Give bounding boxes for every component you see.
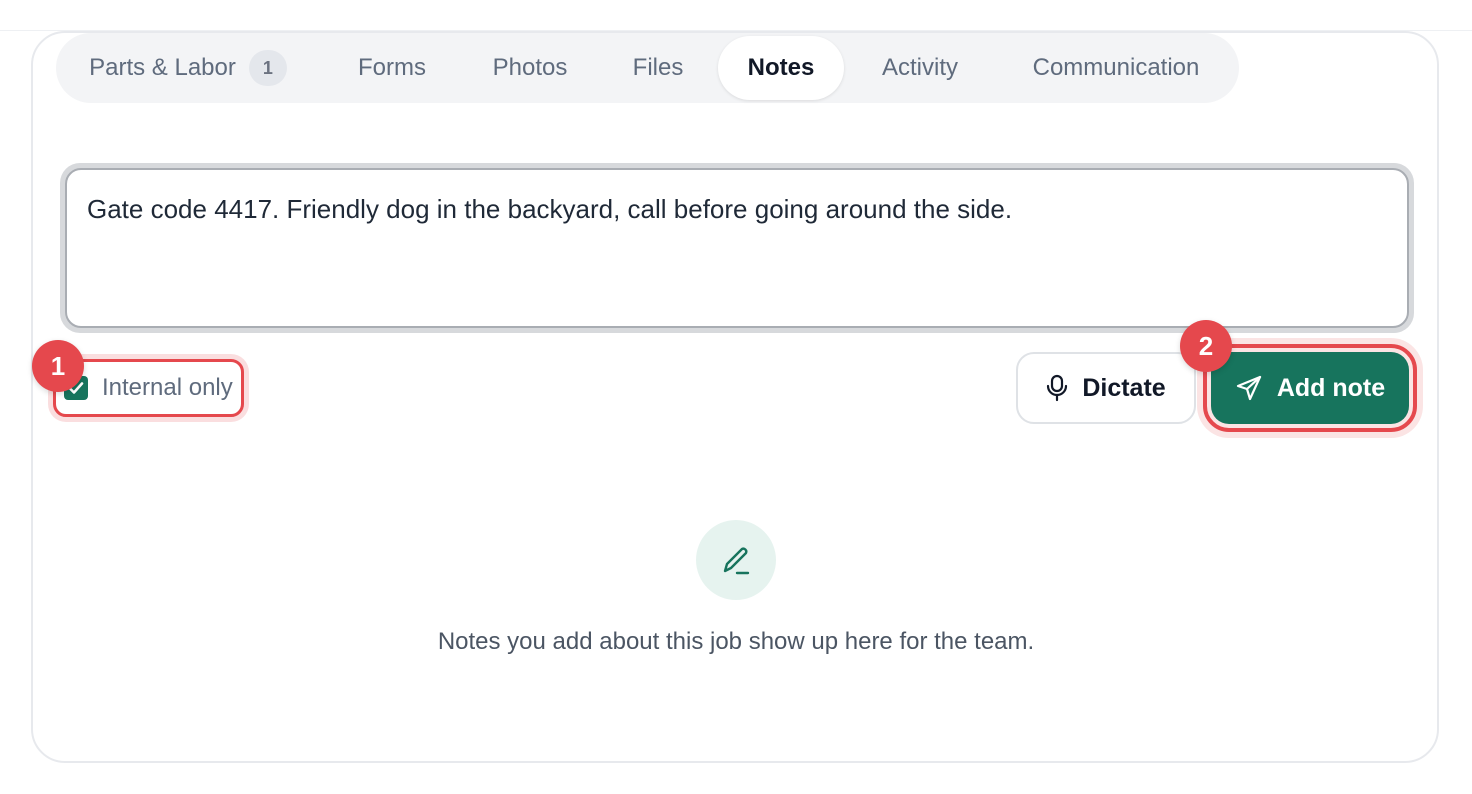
internal-only-label: Internal only [102,374,233,401]
empty-state-icon [696,520,776,600]
step-marker-1: 1 [32,340,84,392]
tab-notes[interactable]: Notes [718,36,844,100]
note-textarea[interactable] [65,168,1409,328]
tab-label: Files [632,54,684,81]
send-icon [1236,375,1261,401]
dictate-label: Dictate [1082,373,1166,402]
dictate-button[interactable]: Dictate [1016,352,1196,424]
tab-label: Forms [358,54,426,81]
pencil-icon [723,547,750,575]
note-input-wrapper [60,163,1414,333]
tab-label: Notes [747,54,815,81]
add-note-label: Add note [1276,373,1386,402]
tab-label: Communication [1032,54,1200,81]
add-note-button[interactable]: Add note [1203,344,1417,432]
step-marker-2: 2 [1180,320,1232,372]
tab-forms[interactable]: Forms [332,36,452,100]
tab-photos[interactable]: Photos [470,36,590,100]
tab-files[interactable]: Files [610,36,706,100]
tab-parts-labor[interactable]: Parts & Labor 1 [68,36,308,100]
microphone-icon [1047,374,1068,402]
tab-activity[interactable]: Activity [856,36,984,100]
count-badge: 1 [248,50,287,86]
tab-label: Photos [492,54,568,81]
tab-communication[interactable]: Communication [1004,36,1228,100]
empty-state-text: Notes you add about this job show up her… [437,628,1035,655]
tab-label: Parts & Labor [89,54,236,81]
tab-label: Activity [881,54,958,81]
